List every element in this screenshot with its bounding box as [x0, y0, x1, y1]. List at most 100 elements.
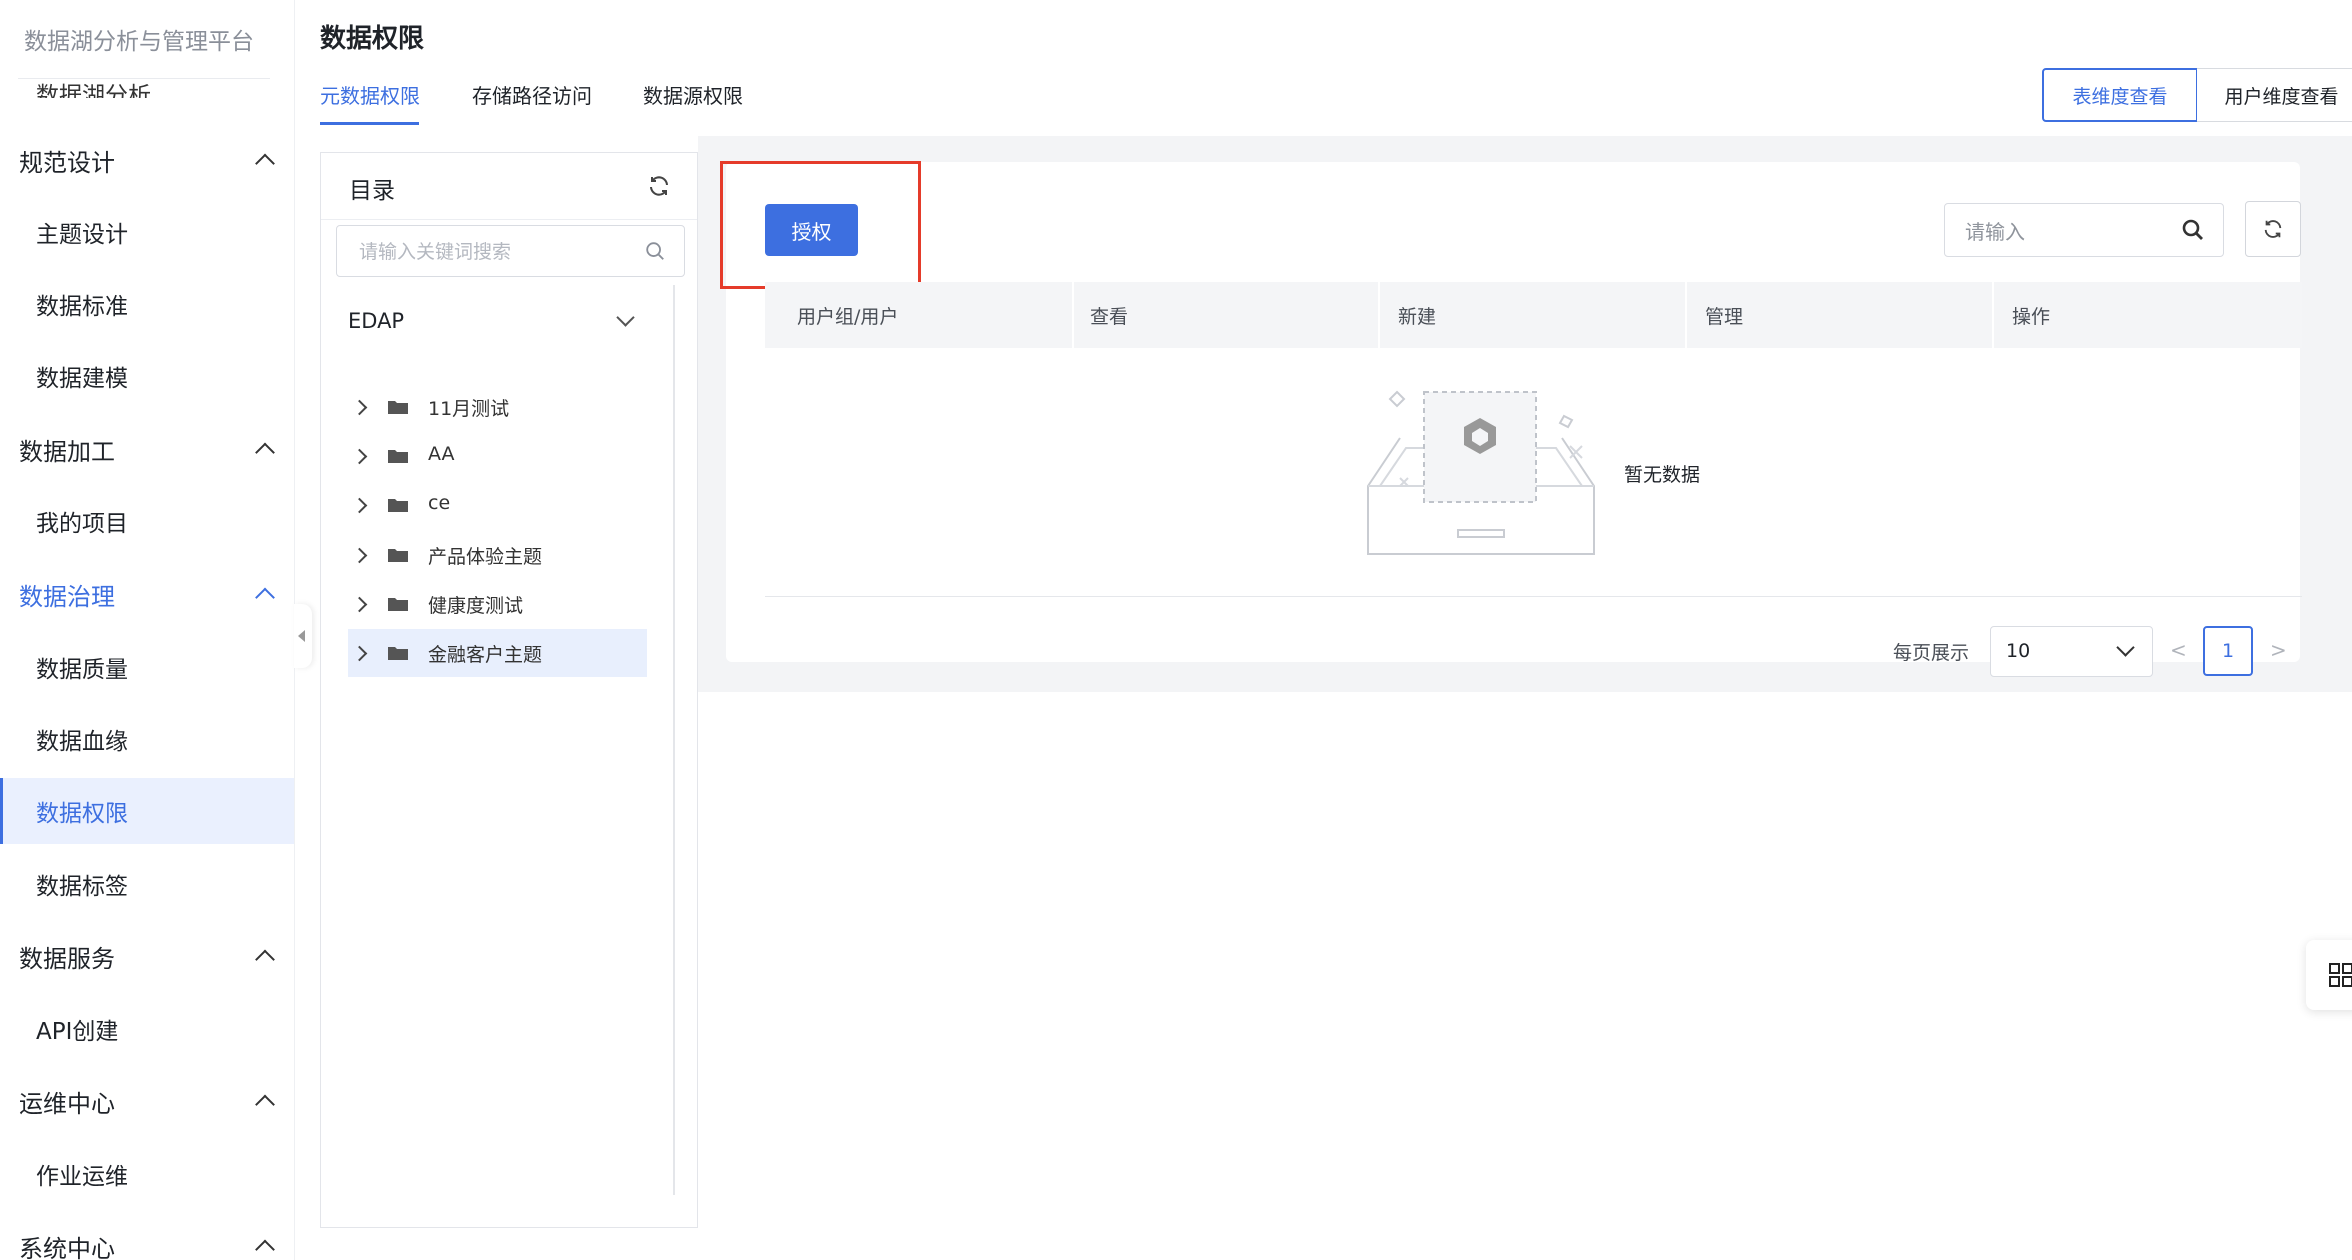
tree-node[interactable]: 11月测试: [348, 383, 647, 431]
chevron-right-icon[interactable]: [351, 448, 368, 465]
root-selector[interactable]: EDAP: [348, 301, 648, 345]
page-size-label: 每页展示: [1893, 642, 1970, 664]
sidebar-group-data-governance[interactable]: 数据治理: [0, 561, 294, 627]
sidebar-item-data-modeling[interactable]: 数据建模: [0, 343, 294, 409]
tree-node-label: 产品体验主题: [428, 546, 543, 568]
tree-node-label: 健康度测试: [428, 595, 524, 617]
column-header-manage[interactable]: 管理: [1705, 282, 1743, 348]
sidebar-item-label: 数据标准: [36, 294, 128, 320]
refresh-icon: [2264, 220, 2282, 238]
column-header-create[interactable]: 新建: [1398, 282, 1436, 348]
chevron-up-icon: [255, 949, 275, 970]
sidebar-group-data-processing[interactable]: 数据加工: [0, 416, 294, 482]
tab-active-indicator: [320, 122, 419, 125]
divider: [18, 78, 270, 79]
search-icon[interactable]: [644, 240, 666, 262]
sidebar-item-topic-design[interactable]: 主题设计: [0, 199, 294, 265]
sidebar-collapse-handle[interactable]: [294, 604, 312, 668]
sidebar-item-data-tags[interactable]: 数据标签: [0, 851, 294, 917]
table-search-input[interactable]: [1963, 216, 2177, 248]
prev-page-button[interactable]: <: [2170, 638, 2187, 662]
tab-datasource-permission[interactable]: 数据源权限: [643, 80, 743, 109]
page-size-select[interactable]: 10: [1990, 626, 2153, 677]
chevron-up-icon: [255, 1239, 275, 1260]
sidebar-group-system-center[interactable]: 系统中心: [0, 1213, 294, 1260]
directory-search[interactable]: [336, 225, 685, 277]
chevron-right-icon[interactable]: [351, 596, 368, 613]
empty-state-text: 暂无数据: [1624, 464, 1701, 486]
user-view-button[interactable]: 用户维度查看: [2197, 68, 2352, 122]
page-size-value: 10: [2006, 640, 2031, 662]
search-icon[interactable]: [2181, 218, 2205, 242]
tree-node[interactable]: 健康度测试: [348, 580, 647, 628]
sidebar: 数据湖分析与管理平台 数据湖分析 规范设计 主题设计 数据标准 数据建模 数据加…: [0, 0, 295, 1260]
sidebar-group-label: 数据治理: [19, 582, 115, 611]
sidebar-item-label: 主题设计: [36, 222, 128, 248]
directory-header: 目录: [321, 153, 697, 220]
chevron-up-icon: [255, 153, 275, 174]
tree-node-selected[interactable]: 金融客户主题: [348, 629, 647, 677]
sidebar-group-ops-center[interactable]: 运维中心: [0, 1068, 294, 1134]
tree-node-label: 11月测试: [428, 398, 510, 420]
next-page-button[interactable]: >: [2270, 638, 2287, 662]
sidebar-group-data-services[interactable]: 数据服务: [0, 923, 294, 989]
folder-icon: [388, 549, 408, 562]
tree-node-label: AA: [428, 443, 455, 465]
floating-menu-button[interactable]: [2306, 940, 2352, 1010]
divider: [1685, 282, 1687, 348]
sidebar-item-label: 我的项目: [36, 511, 128, 537]
sidebar-item-data-quality[interactable]: 数据质量: [0, 634, 294, 700]
chevron-down-icon: [2116, 638, 2135, 657]
folder-icon: [388, 401, 408, 414]
chevron-right-icon[interactable]: [351, 547, 368, 564]
column-header-view[interactable]: 查看: [1090, 282, 1128, 348]
table-refresh-button[interactable]: [2245, 201, 2301, 257]
chevron-right-icon[interactable]: [351, 497, 368, 514]
sidebar-item-cut[interactable]: 数据湖分析: [36, 70, 151, 98]
chevron-right-icon[interactable]: [351, 645, 368, 662]
tree-node[interactable]: 产品体验主题: [348, 531, 647, 579]
tree-node[interactable]: AA: [348, 432, 647, 480]
directory-search-input[interactable]: [357, 236, 641, 268]
sidebar-item-label: 数据标签: [36, 874, 128, 900]
chevron-up-icon: [255, 1094, 275, 1115]
column-header-actions[interactable]: 操作: [2012, 282, 2050, 348]
page-number-current[interactable]: 1: [2203, 626, 2253, 676]
column-header-user[interactable]: 用户组/用户: [797, 282, 898, 348]
refresh-icon[interactable]: [647, 174, 671, 198]
app-title: 数据湖分析与管理平台: [24, 29, 254, 55]
highlight-box: [720, 161, 921, 289]
tree-node-label: ce: [428, 492, 451, 514]
sidebar-item-my-projects[interactable]: 我的项目: [0, 488, 294, 554]
folder-icon: [388, 647, 408, 660]
sidebar-group-spec-design[interactable]: 规范设计: [0, 127, 294, 193]
table-search[interactable]: [1944, 203, 2224, 257]
chevron-up-icon: [255, 587, 275, 608]
sidebar-item-label: 作业运维: [36, 1164, 128, 1190]
sidebar-item-label: 数据权限: [36, 801, 128, 827]
sidebar-group-label: 数据加工: [19, 437, 115, 466]
sidebar-item-data-permission[interactable]: 数据权限: [0, 778, 294, 844]
sidebar-item-data-standard[interactable]: 数据标准: [0, 271, 294, 337]
tab-metadata-permission[interactable]: 元数据权限: [320, 80, 420, 109]
scrollbar[interactable]: [673, 285, 675, 1195]
sidebar-group-label: 系统中心: [19, 1234, 115, 1260]
folder-icon: [388, 450, 408, 463]
divider: [1992, 282, 1994, 348]
sidebar-group-label: 规范设计: [19, 148, 115, 177]
tree-node[interactable]: ce: [348, 481, 647, 529]
table-header: 用户组/用户 查看 新建 管理 操作: [765, 282, 2302, 348]
tab-storage-path-access[interactable]: 存储路径访问: [472, 80, 592, 109]
empty-box-icon: [1367, 390, 1595, 555]
divider: [765, 596, 2302, 597]
sidebar-item-label: 数据质量: [36, 657, 128, 683]
grid-icon: [2329, 963, 2352, 987]
chevron-up-icon: [255, 442, 275, 463]
sidebar-item-data-lineage[interactable]: 数据血缘: [0, 706, 294, 772]
page-title: 数据权限: [320, 24, 425, 54]
sidebar-item-job-ops[interactable]: 作业运维: [0, 1141, 294, 1207]
folder-icon: [388, 499, 408, 512]
chevron-right-icon[interactable]: [351, 399, 368, 416]
sidebar-item-api-create[interactable]: API创建: [0, 996, 294, 1062]
table-view-button[interactable]: 表维度查看: [2042, 68, 2198, 122]
